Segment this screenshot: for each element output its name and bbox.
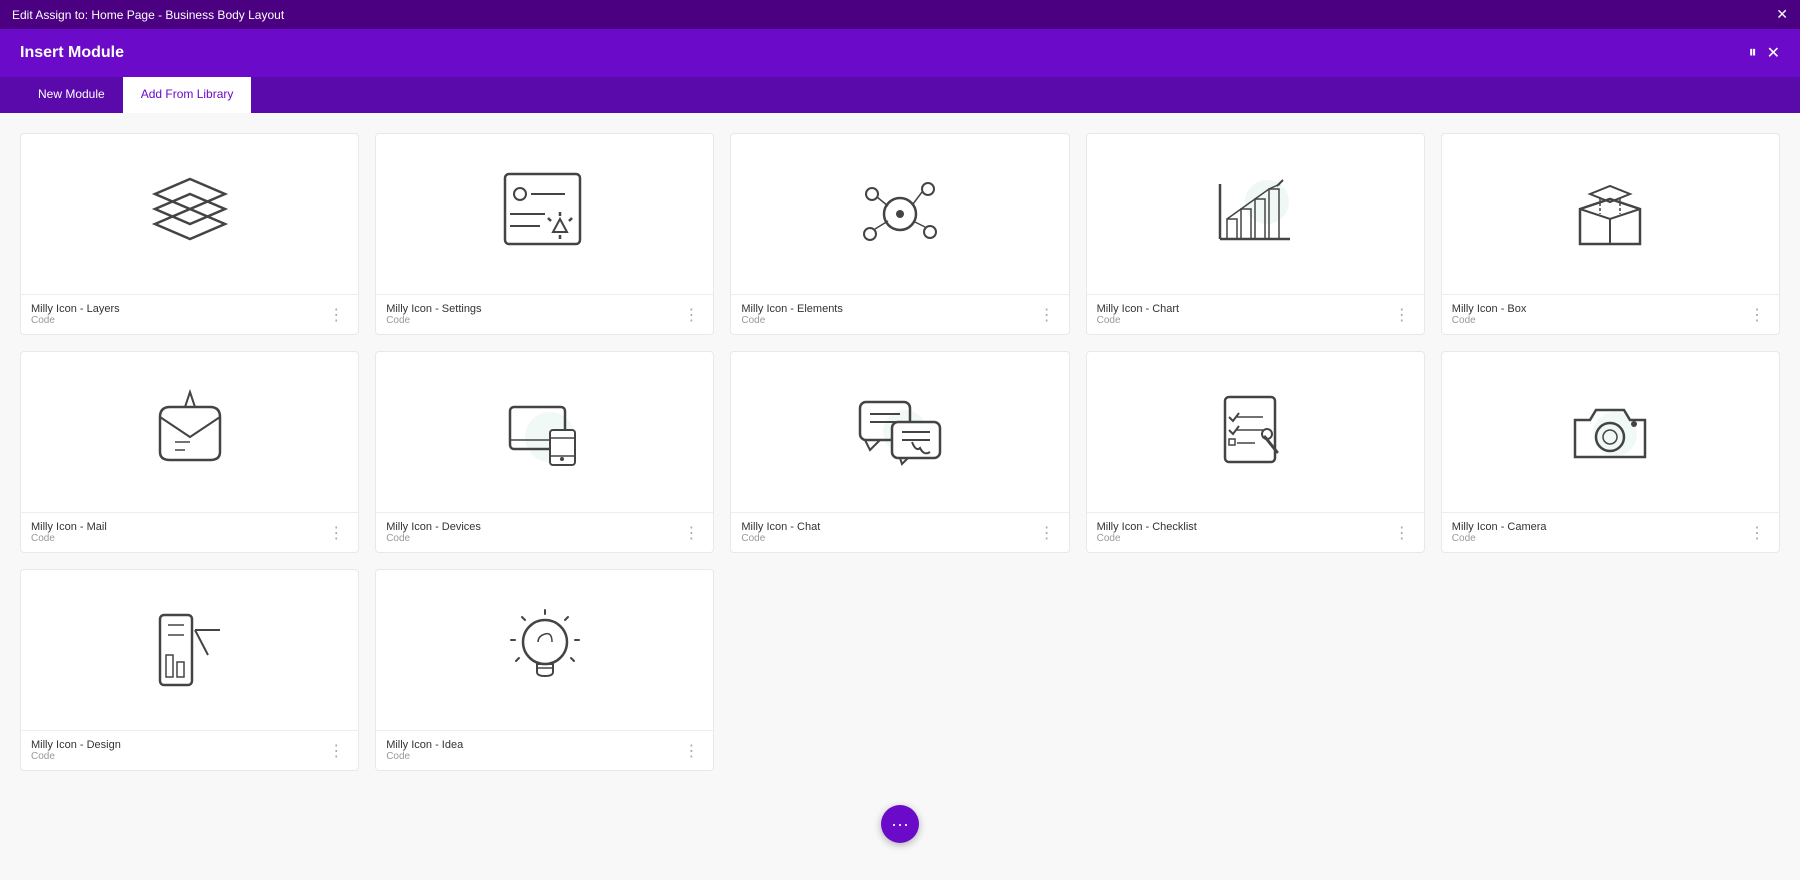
card-idea[interactable]: Milly Icon - Idea Code ⋮ (375, 569, 714, 771)
title-bar-text: Edit Assign to: Home Page - Business Bod… (12, 8, 284, 22)
card-type-layers: Code (31, 315, 324, 326)
card-icon-chart (1087, 134, 1424, 294)
card-type-box: Code (1452, 315, 1745, 326)
card-type-mail: Code (31, 533, 324, 544)
card-text-box: Milly Icon - Box Code (1452, 303, 1745, 326)
card-info-checklist: Milly Icon - Checklist Code ⋮ (1087, 512, 1424, 552)
card-name-checklist: Milly Icon - Checklist (1097, 521, 1390, 533)
card-info-elements: Milly Icon - Elements Code ⋮ (731, 294, 1068, 334)
card-info-mail: Milly Icon - Mail Code ⋮ (21, 512, 358, 552)
card-menu-elements[interactable]: ⋮ (1035, 305, 1059, 325)
modal-header: Insert Module ⏸ ✕ (0, 29, 1800, 77)
card-type-design: Code (31, 751, 324, 762)
card-text-checklist: Milly Icon - Checklist Code (1097, 521, 1390, 544)
title-bar: Edit Assign to: Home Page - Business Bod… (0, 0, 1800, 29)
card-settings[interactable]: Milly Icon - Settings Code ⋮ (375, 133, 714, 335)
card-name-idea: Milly Icon - Idea (386, 739, 679, 751)
card-icon-checklist (1087, 352, 1424, 512)
card-menu-idea[interactable]: ⋮ (679, 741, 703, 761)
card-devices[interactable]: Milly Icon - Devices Code ⋮ (375, 351, 714, 553)
card-box[interactable]: Milly Icon - Box Code ⋮ (1441, 133, 1780, 335)
card-menu-mail[interactable]: ⋮ (324, 523, 348, 543)
card-type-chat: Code (741, 533, 1034, 544)
tabs: New Module Add From Library (0, 77, 1800, 113)
card-menu-camera[interactable]: ⋮ (1745, 523, 1769, 543)
card-name-elements: Milly Icon - Elements (741, 303, 1034, 315)
card-icon-devices (376, 352, 713, 512)
module-grid: Milly Icon - Layers Code ⋮ Milly Icon - … (20, 133, 1780, 771)
card-icon-mail (21, 352, 358, 512)
card-name-camera: Milly Icon - Camera (1452, 521, 1745, 533)
card-menu-design[interactable]: ⋮ (324, 741, 348, 761)
card-info-layers: Milly Icon - Layers Code ⋮ (21, 294, 358, 334)
card-type-idea: Code (386, 751, 679, 762)
card-checklist[interactable]: Milly Icon - Checklist Code ⋮ (1086, 351, 1425, 553)
card-icon-camera (1442, 352, 1779, 512)
card-type-camera: Code (1452, 533, 1745, 544)
floating-button[interactable]: ··· (881, 805, 919, 843)
tab-add-from-library[interactable]: Add From Library (123, 77, 252, 113)
card-name-devices: Milly Icon - Devices (386, 521, 679, 533)
card-icon-box (1442, 134, 1779, 294)
card-text-camera: Milly Icon - Camera Code (1452, 521, 1745, 544)
title-bar-close[interactable]: ✕ (1776, 6, 1788, 23)
card-menu-layers[interactable]: ⋮ (324, 305, 348, 325)
card-info-settings: Milly Icon - Settings Code ⋮ (376, 294, 713, 334)
card-layers[interactable]: Milly Icon - Layers Code ⋮ (20, 133, 359, 335)
card-text-idea: Milly Icon - Idea Code (386, 739, 679, 762)
card-type-checklist: Code (1097, 533, 1390, 544)
card-text-chat: Milly Icon - Chat Code (741, 521, 1034, 544)
card-text-mail: Milly Icon - Mail Code (31, 521, 324, 544)
card-text-elements: Milly Icon - Elements Code (741, 303, 1034, 326)
card-text-design: Milly Icon - Design Code (31, 739, 324, 762)
card-menu-settings[interactable]: ⋮ (679, 305, 703, 325)
card-icon-chat (731, 352, 1068, 512)
card-icon-design (21, 570, 358, 730)
card-type-elements: Code (741, 315, 1034, 326)
card-menu-chat[interactable]: ⋮ (1035, 523, 1059, 543)
card-name-settings: Milly Icon - Settings (386, 303, 679, 315)
card-info-design: Milly Icon - Design Code ⋮ (21, 730, 358, 770)
card-name-box: Milly Icon - Box (1452, 303, 1745, 315)
card-elements[interactable]: Milly Icon - Elements Code ⋮ (730, 133, 1069, 335)
card-icon-idea (376, 570, 713, 730)
card-menu-box[interactable]: ⋮ (1745, 305, 1769, 325)
modal: Insert Module ⏸ ✕ New Module Add From Li… (0, 29, 1800, 880)
card-info-devices: Milly Icon - Devices Code ⋮ (376, 512, 713, 552)
card-info-camera: Milly Icon - Camera Code ⋮ (1442, 512, 1779, 552)
modal-title: Insert Module (20, 44, 124, 62)
card-camera[interactable]: Milly Icon - Camera Code ⋮ (1441, 351, 1780, 553)
card-name-chat: Milly Icon - Chat (741, 521, 1034, 533)
tab-new-module[interactable]: New Module (20, 77, 123, 113)
card-mail[interactable]: Milly Icon - Mail Code ⋮ (20, 351, 359, 553)
card-name-mail: Milly Icon - Mail (31, 521, 324, 533)
card-menu-chart[interactable]: ⋮ (1390, 305, 1414, 325)
card-text-settings: Milly Icon - Settings Code (386, 303, 679, 326)
card-name-design: Milly Icon - Design (31, 739, 324, 751)
card-info-chart: Milly Icon - Chart Code ⋮ (1087, 294, 1424, 334)
card-type-devices: Code (386, 533, 679, 544)
pause-icon[interactable]: ⏸ (1749, 44, 1757, 62)
card-info-chat: Milly Icon - Chat Code ⋮ (731, 512, 1068, 552)
modal-header-actions: ⏸ ✕ (1749, 43, 1780, 63)
card-menu-devices[interactable]: ⋮ (679, 523, 703, 543)
card-text-chart: Milly Icon - Chart Code (1097, 303, 1390, 326)
card-chat[interactable]: Milly Icon - Chat Code ⋮ (730, 351, 1069, 553)
card-text-devices: Milly Icon - Devices Code (386, 521, 679, 544)
card-info-box: Milly Icon - Box Code ⋮ (1442, 294, 1779, 334)
card-icon-elements (731, 134, 1068, 294)
card-text-layers: Milly Icon - Layers Code (31, 303, 324, 326)
card-menu-checklist[interactable]: ⋮ (1390, 523, 1414, 543)
card-icon-layers (21, 134, 358, 294)
card-chart[interactable]: Milly Icon - Chart Code ⋮ (1086, 133, 1425, 335)
card-name-chart: Milly Icon - Chart (1097, 303, 1390, 315)
card-type-settings: Code (386, 315, 679, 326)
modal-close-icon[interactable]: ✕ (1767, 43, 1780, 63)
card-design[interactable]: Milly Icon - Design Code ⋮ (20, 569, 359, 771)
card-icon-settings (376, 134, 713, 294)
content-area: Milly Icon - Layers Code ⋮ Milly Icon - … (0, 113, 1800, 880)
card-name-layers: Milly Icon - Layers (31, 303, 324, 315)
card-type-chart: Code (1097, 315, 1390, 326)
card-info-idea: Milly Icon - Idea Code ⋮ (376, 730, 713, 770)
